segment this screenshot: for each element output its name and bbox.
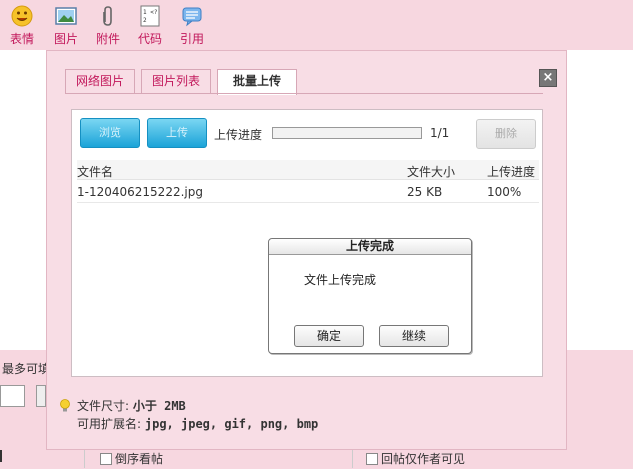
file-table-header: 文件名 文件大小 上传进度 [77,160,539,180]
picture-icon [55,7,77,25]
extension-hint-label: 可用扩展名: [77,417,142,431]
author-only-label: 回帖仅作者可见 [381,452,466,466]
header-filename: 文件名 [77,165,114,179]
modal-title: 上传完成 [269,239,471,255]
ok-button[interactable]: 确定 [294,325,364,347]
author-only-checkbox[interactable] [366,453,378,465]
background-separator-2 [352,448,353,468]
code-icon: 1 <? 2 [140,5,160,27]
file-size-hint-value: 小于 2MB [132,399,186,413]
reverse-order-option[interactable]: 倒序看帖 [100,450,163,467]
table-row[interactable]: 1-120406215222.jpg 25 KB 100% [77,181,539,203]
toolbar-attachment-label: 附件 [95,32,120,46]
progress-bar-fill [273,128,421,138]
reverse-order-label: 倒序看帖 [115,452,164,466]
image-upload-dialog: 网络图片 图片列表 批量上传 × 浏览 上传 上传进度 1/1 删除 文件名 文… [46,50,567,450]
header-filesize: 文件大小 [407,165,456,179]
background-divider [0,450,4,462]
upload-complete-modal: 上传完成 文件上传完成 确定 继续 [268,238,472,354]
extension-hint-value: jpg, jpeg, gif, png, bmp [144,417,319,431]
svg-text:2: 2 [143,17,147,24]
file-size-hint-label: 文件尺寸: [77,399,130,413]
background-separator [84,448,85,468]
browse-button[interactable]: 浏览 [80,118,140,148]
reverse-order-checkbox[interactable] [100,453,112,465]
file-name-cell: 1-120406215222.jpg [77,185,203,199]
upload-panel: 浏览 上传 上传进度 1/1 删除 文件名 文件大小 上传进度 1-120406… [71,109,543,377]
max-fill-label: 最多可填 [2,362,51,376]
tab-web-image[interactable]: 网络图片 [65,69,135,93]
header-progress: 上传进度 [487,165,536,179]
lightbulb-icon [60,399,70,412]
tab-divider [65,93,543,94]
progress-bar [272,127,422,139]
progress-label: 上传进度 [214,128,263,142]
quote-icon [182,7,202,27]
editor-toolbar: 表情 图片 附件 1 <? 2 代码 引用 [0,0,633,50]
file-size-cell: 25 KB [407,185,443,199]
modal-message: 文件上传完成 [304,273,377,287]
progress-count: 1/1 [430,126,450,140]
file-progress-cell: 100% [487,185,522,199]
extension-hint: 可用扩展名: jpg, jpeg, gif, png, bmp [77,415,318,433]
smiley-icon [11,5,33,27]
toolbar-picture-button[interactable]: 图片 [44,4,88,47]
delete-button[interactable]: 删除 [476,119,536,149]
toolbar-smiley-label: 表情 [9,32,34,46]
file-size-hint: 文件尺寸: 小于 2MB [77,397,318,415]
upload-button[interactable]: 上传 [147,118,207,148]
close-button[interactable]: × [539,69,557,87]
toolbar-smiley-button[interactable]: 表情 [0,4,44,47]
toolbar-quote-label: 引用 [179,32,204,46]
paperclip-icon [103,6,112,26]
tab-image-list[interactable]: 图片列表 [141,69,211,93]
toolbar-picture-label: 图片 [53,32,78,46]
svg-text:1 <?: 1 <? [143,9,158,16]
toolbar-code-button[interactable]: 1 <? 2 代码 [128,4,172,47]
toolbar-attachment-button[interactable]: 附件 [86,4,130,47]
background-button[interactable] [36,385,46,407]
author-only-option[interactable]: 回帖仅作者可见 [366,450,465,467]
upload-hint: 文件尺寸: 小于 2MB 可用扩展名: jpg, jpeg, gif, png,… [59,397,318,433]
toolbar-quote-button[interactable]: 引用 [170,4,214,47]
background-input[interactable] [0,385,25,407]
continue-button[interactable]: 继续 [379,325,449,347]
tab-batch-upload[interactable]: 批量上传 [217,69,297,95]
toolbar-code-label: 代码 [137,32,162,46]
